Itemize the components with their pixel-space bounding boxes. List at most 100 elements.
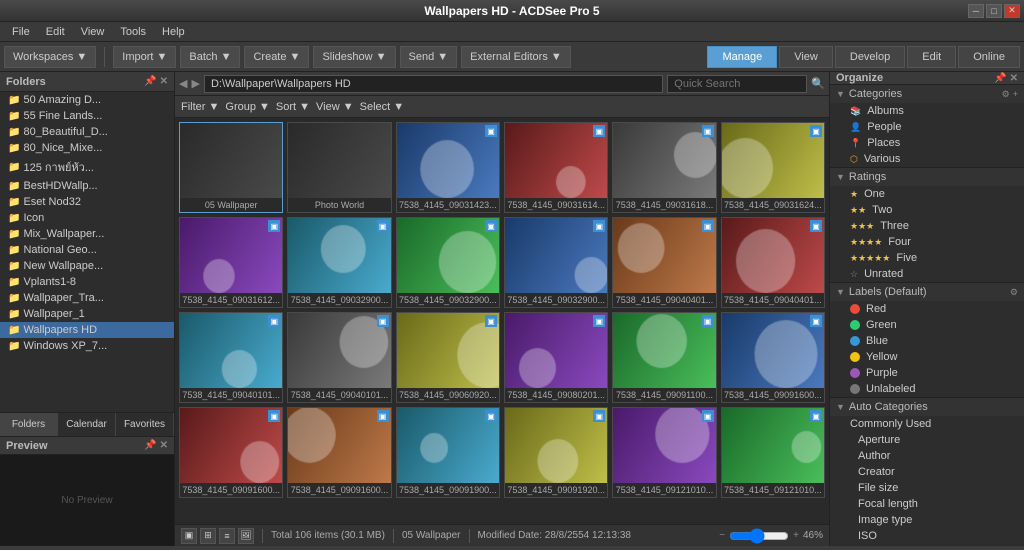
thumbnail-item[interactable]: 05 Wallpaper [179,122,283,213]
tree-item-selected[interactable]: 📁Wallpapers HD [0,322,174,338]
org-item-two[interactable]: ★★ Two [830,202,1024,218]
slideshow-button[interactable]: Slideshow ▼ [313,46,395,68]
org-item-people[interactable]: 👤 People [830,119,1024,135]
tree-item[interactable]: 📁Mix_Wallpaper... [0,226,174,242]
org-item-unlabeled[interactable]: Unlabeled [830,381,1024,397]
thumbnail-item[interactable]: Photo World [287,122,391,213]
org-item-one[interactable]: ★ One [830,186,1024,202]
org-item-purple[interactable]: Purple [830,365,1024,381]
create-button[interactable]: Create ▼ [244,46,309,68]
thumbnail-item[interactable]: ▣7538_4145_09091920... [504,407,608,498]
send-button[interactable]: Send ▼ [400,46,458,68]
select-button[interactable]: Select ▼ [360,101,405,113]
thumbnail-item[interactable]: ▣7538_4145_09040401... [721,217,825,308]
org-item-unrated[interactable]: ☆ Unrated [830,266,1024,282]
search-icon[interactable]: 🔍 [811,77,825,90]
tree-item[interactable]: 📁80_Beautiful_D... [0,124,174,140]
thumbnail-item[interactable]: ▣7538_4145_09080201... [504,312,608,403]
thumbnail-item[interactable]: ▣7538_4145_09040101... [179,312,283,403]
auto-commonly-used[interactable]: Commonly Used [830,416,1024,432]
tree-item[interactable]: 📁Vplants1-8 [0,274,174,290]
nav-back-icon[interactable]: ◀ [179,77,187,90]
org-item-places[interactable]: 📍 Places [830,135,1024,151]
path-input[interactable] [204,75,663,93]
thumbnail-item[interactable]: ▣7538_4145_09032900... [504,217,608,308]
tree-item[interactable]: 📁50 Amazing D... [0,92,174,108]
auto-iso[interactable]: ISO [830,528,1024,544]
thumbnail-item[interactable]: ▣7538_4145_09031618... [612,122,716,213]
ratings-header[interactable]: ▼ Ratings [830,168,1024,186]
tree-item[interactable]: 📁125 กาพย์หัว... [0,156,174,178]
batch-button[interactable]: Batch ▼ [180,46,240,68]
thumbnail-item[interactable]: ▣7538_4145_09121010... [721,407,825,498]
minimize-button[interactable]: ─ [968,4,984,18]
close-organize-icon[interactable]: ✕ [1010,73,1018,84]
thumbnail-item[interactable]: ▣7538_4145_09121010... [612,407,716,498]
zoom-in-icon[interactable]: + [793,530,799,541]
org-item-red[interactable]: Red [830,301,1024,317]
close-panel-icon[interactable]: ✕ [160,76,168,87]
add-cat-icon[interactable]: + [1013,89,1018,100]
auto-creator[interactable]: Creator [830,464,1024,480]
thumbnail-item[interactable]: ▣7538_4145_09032900... [396,217,500,308]
sort-button[interactable]: Sort ▼ [276,101,310,113]
thumbnail-item[interactable]: ▣7538_4145_09032900... [287,217,391,308]
pin-icon-preview[interactable]: 📌 [144,440,156,451]
view-button[interactable]: View ▼ [316,101,354,113]
thumbnail-item[interactable]: ▣7538_4145_09060920... [396,312,500,403]
tree-item[interactable]: 📁Icon [0,210,174,226]
external-editors-button[interactable]: External Editors ▼ [461,46,571,68]
menu-tools[interactable]: Tools [112,22,154,42]
nav-forward-icon[interactable]: ▶ [191,77,199,90]
group-button[interactable]: Group ▼ [225,101,270,113]
org-item-four[interactable]: ★★★★ Four [830,234,1024,250]
thumbnail-item[interactable]: ▣7538_4145_09031614... [504,122,608,213]
thumbnail-item[interactable]: ▣7538_4145_09040401... [612,217,716,308]
zoom-slider[interactable] [729,528,789,544]
thumbnail-item[interactable]: ▣7538_4145_09031612... [179,217,283,308]
tree-item[interactable]: 📁BestHDWallp... [0,178,174,194]
search-input[interactable] [667,75,807,93]
thumbnail-item[interactable]: ▣7538_4145_09031624... [721,122,825,213]
menu-view[interactable]: View [73,22,113,42]
pin-icon[interactable]: 📌 [144,76,156,87]
auto-focal[interactable]: Focal length [830,496,1024,512]
tree-item[interactable]: 📁New Wallpape... [0,258,174,274]
thumbnail-item[interactable]: ▣7538_4145_09040101... [287,312,391,403]
status-icon-4[interactable]: 🖼 [238,528,254,544]
org-item-five[interactable]: ★★★★★ Five [830,250,1024,266]
tab-view[interactable]: View [779,46,833,68]
thumbnail-item[interactable]: ▣7538_4145_09031423... [396,122,500,213]
pin-icon-organize[interactable]: 📌 [994,73,1006,84]
thumbnail-item[interactable]: ▣7538_4145_09091600... [721,312,825,403]
auto-aperture[interactable]: Aperture [830,432,1024,448]
org-item-albums[interactable]: 📚 Albums [830,103,1024,119]
tab-edit[interactable]: Edit [907,46,956,68]
tree-item[interactable]: 📁National Geo... [0,242,174,258]
labels-header[interactable]: ▼ Labels (Default) ⚙ [830,283,1024,301]
tab-online[interactable]: Online [958,46,1020,68]
tab-calendar[interactable]: Calendar [58,413,116,436]
gear-icon[interactable]: ⚙ [1002,89,1010,100]
auto-filesize[interactable]: File size [830,480,1024,496]
auto-author[interactable]: Author [830,448,1024,464]
close-button[interactable]: ✕ [1004,4,1020,18]
tree-item[interactable]: 📁Windows XP_7... [0,338,174,354]
zoom-out-icon[interactable]: − [719,530,725,541]
thumbnail-item[interactable]: ▣7538_4145_09091600... [179,407,283,498]
workspaces-button[interactable]: Workspaces ▼ [4,46,96,68]
thumbnail-item[interactable]: ▣7538_4145_09091900... [396,407,500,498]
filter-button[interactable]: Filter ▼ [181,101,219,113]
close-preview-icon[interactable]: ✕ [160,440,168,451]
auto-keywords[interactable]: Keywords [830,544,1024,546]
org-item-yellow[interactable]: Yellow [830,349,1024,365]
tree-item[interactable]: 📁Wallpaper_Tra... [0,290,174,306]
tree-item[interactable]: 📁Wallpaper_1 [0,306,174,322]
gear-labels-icon[interactable]: ⚙ [1010,287,1018,297]
thumbnail-item[interactable]: ▣7538_4145_09091600... [287,407,391,498]
status-icon-2[interactable]: ⊞ [200,528,216,544]
org-item-green[interactable]: Green [830,317,1024,333]
tree-item[interactable]: 📁55 Fine Lands... [0,108,174,124]
menu-help[interactable]: Help [154,22,193,42]
menu-file[interactable]: File [4,22,38,42]
